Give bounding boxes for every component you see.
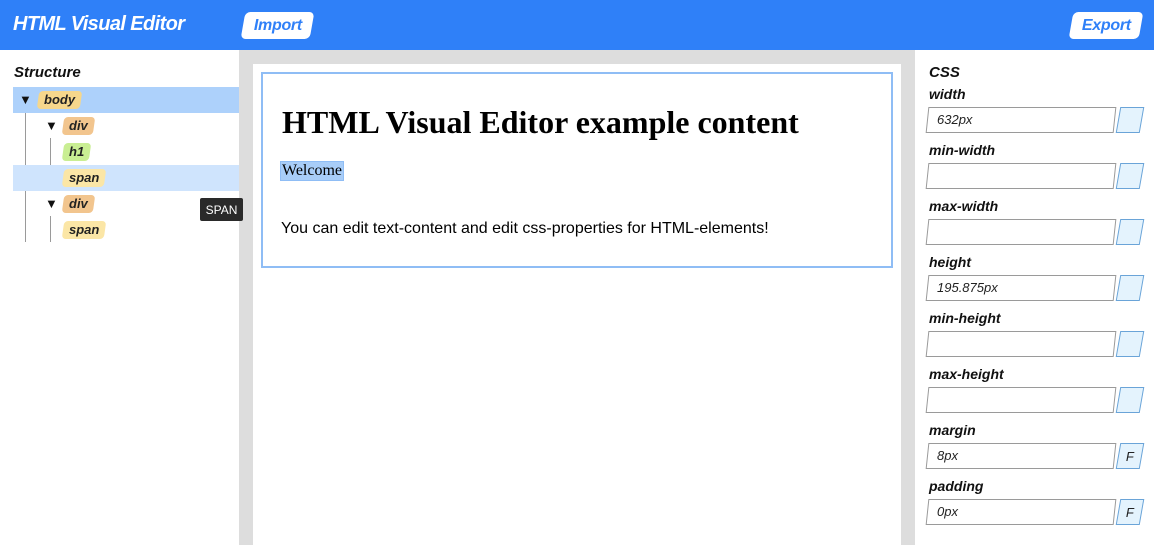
css-input-width[interactable]: 632px (925, 107, 1117, 133)
css-input-min-width[interactable] (925, 163, 1117, 189)
import-button-label: Import (253, 16, 302, 34)
tag-label: h1 (69, 144, 85, 159)
node-tooltip: SPAN (200, 198, 243, 221)
collapse-toggle-icon[interactable]: ▼ (45, 113, 58, 139)
css-input-value: 8px (937, 448, 958, 463)
css-button-margin[interactable]: F (1115, 443, 1145, 469)
tag-label: span (69, 170, 100, 185)
css-input-min-height[interactable] (925, 331, 1117, 357)
collapse-toggle-icon[interactable]: ▼ (19, 87, 32, 113)
preview-heading[interactable]: HTML Visual Editor example content (282, 104, 799, 141)
tree-node-span[interactable]: span (13, 165, 239, 191)
tag-label: span (69, 222, 100, 237)
css-button-max-height[interactable] (1115, 387, 1145, 413)
css-panel: CSS width 632px min-width max-width heig… (915, 50, 1154, 545)
css-label-min-height: min-height (929, 310, 1001, 326)
css-label-margin: margin (929, 422, 976, 438)
canvas-top-gutter (253, 50, 901, 64)
css-label-min-width: min-width (929, 142, 996, 158)
css-input-value: 632px (937, 112, 973, 127)
preview-welcome-span[interactable]: Welcome (279, 161, 345, 181)
css-input-value: 0px (937, 504, 958, 519)
css-button-padding[interactable]: F (1115, 499, 1145, 525)
css-button-min-height[interactable] (1115, 331, 1145, 357)
structure-panel: Structure ▼ body ▼ div h1 span ▼ div spa… (0, 50, 239, 545)
css-button-label: F (1126, 504, 1134, 520)
css-button-max-width[interactable] (1115, 219, 1145, 245)
export-button-label: Export (1081, 16, 1131, 34)
selected-div-outline[interactable]: HTML Visual Editor example content Welco… (261, 72, 893, 268)
css-button-min-width[interactable] (1115, 163, 1145, 189)
panel-divider-right[interactable] (901, 50, 915, 545)
css-input-max-height[interactable] (925, 387, 1117, 413)
tag-badge-h1[interactable]: h1 (61, 143, 92, 161)
tree-node-div[interactable]: ▼ div (13, 113, 239, 139)
tag-badge-body[interactable]: body (36, 91, 83, 109)
css-label-height: height (929, 254, 971, 270)
tag-badge-div[interactable]: div (61, 117, 96, 135)
css-input-height[interactable]: 195.875px (925, 275, 1117, 301)
structure-title: Structure (14, 64, 81, 81)
css-title: CSS (929, 64, 960, 81)
tag-badge-span[interactable]: span (61, 221, 107, 239)
css-input-margin[interactable]: 8px (925, 443, 1117, 469)
css-label-max-height: max-height (929, 366, 1004, 382)
tag-label: div (69, 196, 88, 211)
app-header: HTML Visual Editor Import Export (0, 0, 1154, 50)
css-button-label: F (1126, 448, 1134, 464)
css-label-width: width (929, 86, 966, 102)
panel-divider-left[interactable] (239, 50, 253, 545)
css-input-value: 195.875px (937, 280, 998, 295)
tree-node-body[interactable]: ▼ body (13, 87, 239, 113)
tree-node-h1[interactable]: h1 (13, 139, 239, 165)
tag-label: div (69, 118, 88, 133)
tag-label: body (44, 92, 76, 107)
tag-badge-div[interactable]: div (61, 195, 96, 213)
css-label-padding: padding (929, 478, 984, 494)
css-label-max-width: max-width (929, 198, 999, 214)
preview-paragraph-span[interactable]: You can edit text-content and edit css-p… (281, 220, 769, 238)
css-input-max-width[interactable] (925, 219, 1117, 245)
css-button-width[interactable] (1115, 107, 1145, 133)
app-title: HTML Visual Editor (13, 13, 185, 35)
preview-canvas: HTML Visual Editor example content Welco… (253, 64, 901, 545)
tag-badge-span[interactable]: span (61, 169, 107, 187)
collapse-toggle-icon[interactable]: ▼ (45, 191, 58, 217)
css-input-padding[interactable]: 0px (925, 499, 1117, 525)
export-button[interactable]: Export (1068, 12, 1144, 39)
css-button-height[interactable] (1115, 275, 1145, 301)
import-button[interactable]: Import (240, 12, 315, 39)
